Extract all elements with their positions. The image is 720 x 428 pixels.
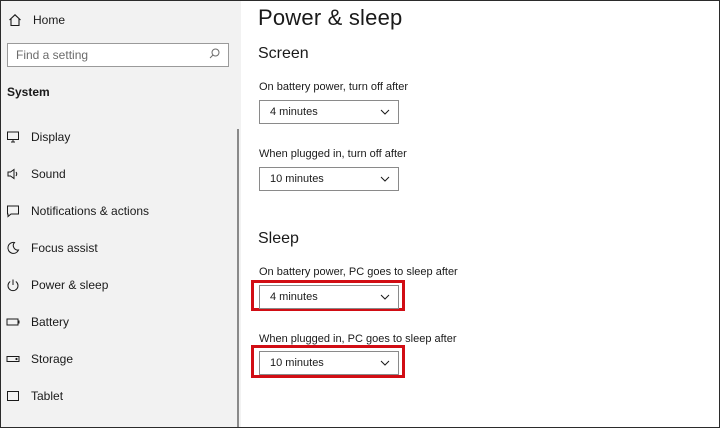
sidebar-item-display[interactable]: Display	[5, 127, 70, 147]
battery-icon	[5, 314, 21, 330]
sidebar-item-label: Focus assist	[31, 241, 98, 255]
search-placeholder: Find a setting	[16, 48, 89, 62]
search-input[interactable]: Find a setting	[7, 43, 229, 67]
sidebar-item-label: Battery	[31, 315, 70, 329]
notification-icon	[5, 203, 21, 219]
sidebar-item-label: Display	[31, 130, 71, 144]
tablet-icon	[5, 388, 21, 404]
power-icon	[5, 277, 21, 293]
chevron-down-icon	[380, 173, 390, 185]
section-label-system: System	[7, 85, 50, 99]
sidebar-item-power-sleep[interactable]: Power & sleep	[5, 275, 108, 295]
search-icon	[209, 48, 220, 62]
page-title: Power & sleep	[258, 5, 403, 30]
home-link[interactable]: Home	[7, 11, 65, 29]
select-value: 10 minutes	[270, 357, 324, 369]
screen-heading: Screen	[258, 45, 309, 62]
chevron-down-icon	[380, 291, 390, 303]
sidebar-item-label: Notifications & actions	[31, 204, 150, 218]
sleep-plugged-label: When plugged in, PC goes to sleep after	[259, 333, 457, 345]
sidebar-item-label: Sound	[31, 167, 66, 181]
select-value: 4 minutes	[270, 106, 318, 118]
screen-battery-label: On battery power, turn off after	[259, 81, 408, 93]
sleep-battery-select[interactable]: 4 minutes	[259, 285, 399, 309]
sleep-battery-label: On battery power, PC goes to sleep after	[259, 266, 458, 278]
monitor-icon	[5, 129, 21, 145]
moon-icon	[5, 240, 21, 256]
sleep-plugged-select[interactable]: 10 minutes	[259, 351, 399, 375]
sidebar-item-tablet[interactable]: Tablet	[5, 386, 63, 406]
chevron-down-icon	[380, 106, 390, 118]
sidebar-item-battery[interactable]: Battery	[5, 312, 69, 332]
screen-plugged-select[interactable]: 10 minutes	[259, 167, 399, 191]
storage-icon	[5, 351, 21, 367]
sleep-heading: Sleep	[258, 230, 299, 247]
sidebar-item-label: Storage	[31, 352, 74, 366]
speaker-icon	[5, 166, 21, 182]
settings-window: Home Find a setting System Display Sound…	[0, 0, 720, 428]
sidebar-item-notifications[interactable]: Notifications & actions	[5, 201, 149, 221]
sidebar-item-focus-assist[interactable]: Focus assist	[5, 238, 98, 258]
chevron-down-icon	[380, 357, 390, 369]
sidebar-item-storage[interactable]: Storage	[5, 349, 73, 369]
sidebar-scrollbar[interactable]	[237, 129, 239, 427]
select-value: 4 minutes	[270, 291, 318, 303]
home-icon	[7, 12, 23, 28]
home-label: Home	[33, 13, 66, 27]
screen-battery-select[interactable]: 4 minutes	[259, 100, 399, 124]
sidebar-item-sound[interactable]: Sound	[5, 164, 66, 184]
sidebar-item-label: Tablet	[31, 389, 64, 403]
sidebar-item-label: Power & sleep	[31, 278, 109, 292]
main-content: Power & sleep Screen On battery power, t…	[241, 1, 719, 427]
select-value: 10 minutes	[270, 173, 324, 185]
screen-plugged-label: When plugged in, turn off after	[259, 148, 407, 160]
sidebar: Home Find a setting System Display Sound…	[1, 1, 241, 427]
